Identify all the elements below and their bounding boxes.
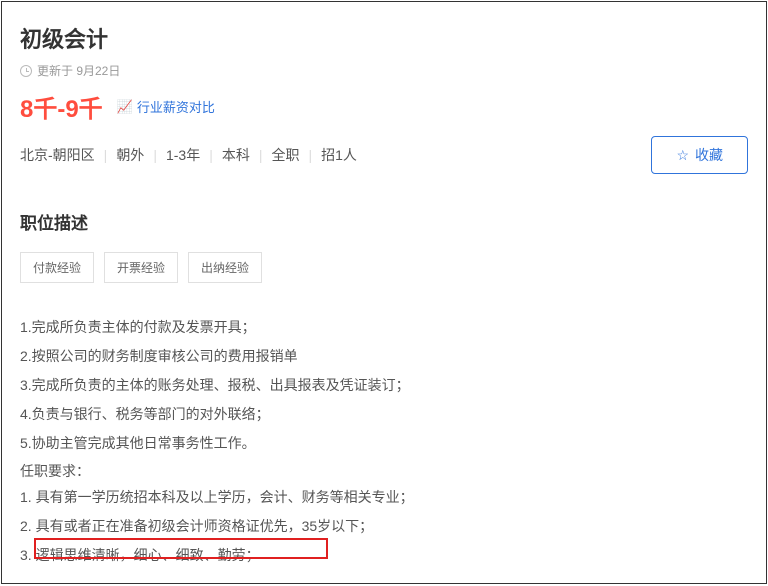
duty-item: 5.协助主管完成其他日常事务性工作。 (20, 429, 748, 457)
salary-compare-link[interactable]: 行业薪资对比 (137, 97, 215, 116)
chart-icon: 📈 (117, 99, 133, 115)
description-section-title: 职位描述 (20, 209, 748, 234)
location-tag: 北京-朝阳区 (20, 145, 95, 165)
clock-icon (20, 65, 32, 77)
skill-tags-row: 付款经验 开票经验 出纳经验 (20, 252, 748, 283)
duty-item: 4.负责与银行、税务等部门的对外联络； (20, 400, 748, 428)
headcount-tag: 招1人 (321, 145, 357, 165)
req-prefix: 2. (20, 518, 36, 534)
collect-label: 收藏 (695, 145, 723, 165)
job-info-tags: 北京-朝阳区 | 朝外 | 1-3年 | 本科 | 全职 | 招1人 (20, 145, 357, 165)
duty-item: 1.完成所负责主体的付款及发票开具； (20, 313, 748, 341)
divider: | (104, 147, 108, 163)
duty-item: 3.完成所负责的主体的账务处理、报税、出具报表及凭证装订； (20, 371, 748, 399)
duty-item: 2.按照公司的财务制度审核公司的费用报销单 (20, 342, 748, 370)
area-tag: 朝外 (116, 145, 144, 165)
update-time: 更新于 9月22日 (20, 62, 748, 79)
duty-list: 1.完成所负责主体的付款及发票开具； 2.按照公司的财务制度审核公司的费用报销单… (20, 313, 748, 457)
skill-tag: 付款经验 (20, 252, 94, 283)
experience-tag: 1-3年 (166, 145, 200, 165)
skill-tag: 出纳经验 (188, 252, 262, 283)
collect-button[interactable]: ☆ 收藏 (651, 136, 748, 174)
jobtype-tag: 全职 (271, 145, 299, 165)
req-text: 具有第一学历统招本科及以上学历，会计、财务等相关专业； (36, 489, 414, 505)
req-highlight-text: 具有或者正在准备初级会计师资格证优先， (36, 518, 302, 534)
requirements-title: 任职要求： (20, 461, 748, 481)
divider: | (153, 147, 157, 163)
divider: | (259, 147, 263, 163)
requirement-item: 1. 具有第一学历统招本科及以上学历，会计、财务等相关专业； (20, 483, 748, 511)
req-text: 逻辑思维清晰，细心、细致、勤劳； (36, 547, 260, 563)
requirement-item: 3. 逻辑思维清晰，细心、细致、勤劳； (20, 541, 748, 569)
req-prefix: 1. (20, 489, 36, 505)
divider: | (209, 147, 213, 163)
skill-tag: 开票经验 (104, 252, 178, 283)
salary-range: 8千-9千 (20, 89, 103, 124)
requirements-list: 1. 具有第一学历统招本科及以上学历，会计、财务等相关专业； 2. 具有或者正在… (20, 483, 748, 569)
update-label: 更新于 9月22日 (37, 62, 120, 79)
star-icon: ☆ (676, 147, 689, 164)
requirement-item: 2. 具有或者正在准备初级会计师资格证优先，35岁以下； (20, 512, 748, 540)
education-tag: 本科 (222, 145, 250, 165)
req-text: 35岁以下； (302, 518, 374, 534)
req-prefix: 3. (20, 547, 36, 563)
job-title: 初级会计 (20, 22, 748, 54)
divider: | (308, 147, 312, 163)
